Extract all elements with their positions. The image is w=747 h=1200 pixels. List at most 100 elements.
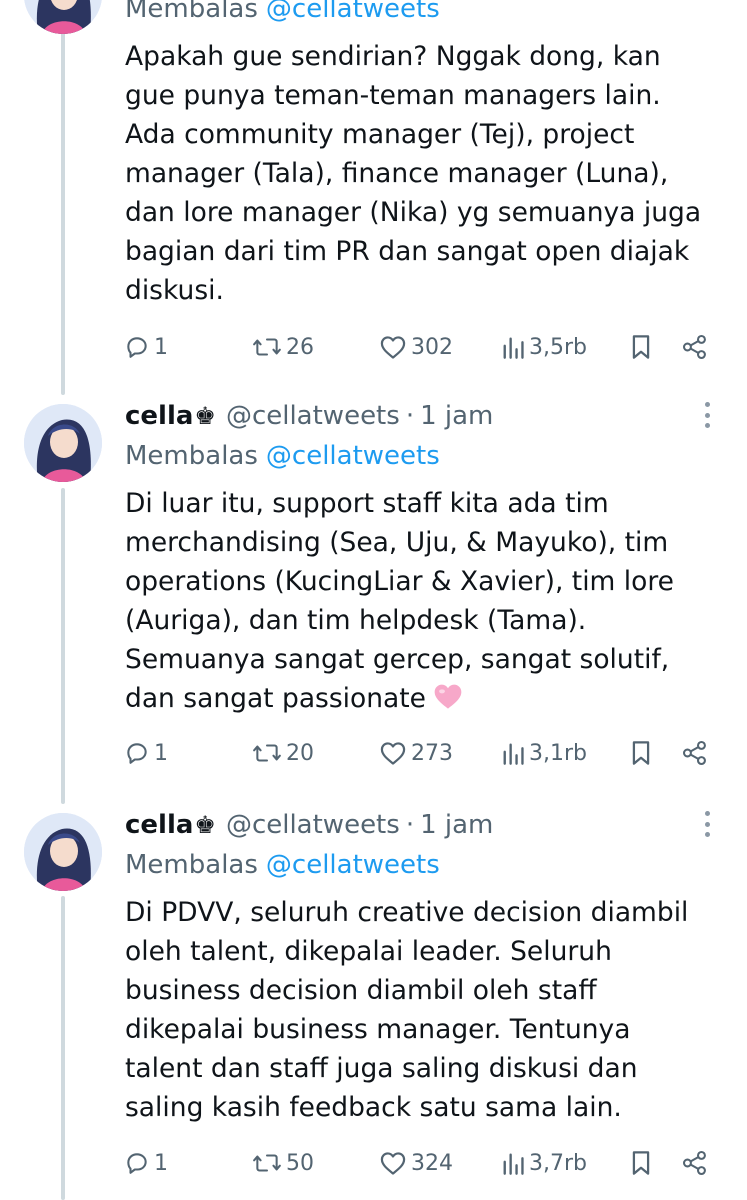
repost-count: 20 [286,740,314,766]
reply-icon [127,337,147,358]
views-count: 3,7rb [529,1150,587,1176]
reply-mention-link[interactable]: @cellatweets [266,441,440,471]
tweet[interactable]: cella ♚ @cellatweets · 1 jam Membalas @cel… [0,807,747,1200]
tweet-text: Di PDVV, seluruh creative decision diamb… [125,893,725,1127]
bookmark-button[interactable] [630,327,652,367]
reply-count: 1 [154,334,168,360]
more-button[interactable] [697,400,717,430]
tweet-header: cella ♚ @cellatweets · 1 jam [125,807,493,843]
avatar[interactable] [24,0,102,34]
pink-heart-icon [434,684,462,709]
tweet-text-line: Ada community manager (Tej), project [125,119,635,150]
tweet-text-line-text: dan sangat passionate [125,683,426,714]
more-icon [704,402,710,407]
tweet-text-line: Semuanya sangat gercep, sangat solutif, [125,644,670,675]
views-button[interactable]: 3,5rb [501,327,587,367]
reply-context: Membalas @cellatweets [125,850,440,880]
share-button[interactable] [681,733,709,773]
tweet-text-line: Di luar itu, support staff kita ada tim [125,488,609,519]
tweet-text-line: merchandising (Sea, Uju, & Mayuko), tim [125,527,669,558]
share-button[interactable] [681,327,709,367]
heart-icon [380,336,406,359]
tweet-text-line: oleh talent, dikepalai leader. Seluruh [125,936,612,967]
views-icon [503,743,524,765]
tweet-text-line: (Auriga), dan tim helpdesk (Tama). [125,605,587,636]
heart-icon [380,742,406,765]
views-count: 3,1rb [529,740,587,766]
tweet-actions: 1 26 302 3,5rb [0,327,747,367]
tweet-text-line: manager (Tala), finance manager (Luna), [125,158,669,189]
reply-button[interactable]: 1 [124,1143,168,1183]
heart-icon [380,1152,406,1175]
views-button[interactable]: 3,1rb [501,733,587,773]
reply-mention-link[interactable]: @cellatweets [266,0,440,24]
repost-icon [253,744,281,762]
chess-king-icon: ♚ [194,811,216,839]
more-icon [704,811,710,816]
tweet-actions: 1 50 324 3,7rb [0,1143,747,1183]
reply-count: 1 [154,740,168,766]
reply-context: Membalas @cellatweets [125,441,440,471]
reply-prefix: Membalas [125,850,258,880]
reply-icon [127,1153,147,1174]
user-handle[interactable]: @cellatweets [226,810,400,840]
like-count: 273 [411,740,453,766]
timestamp[interactable]: 1 jam [420,401,493,431]
tweet[interactable]: Membalas @cellatweets Apakah gue sendiria… [0,0,747,370]
tweet-text-line: dikepalai business manager. Tentunya [125,1014,631,1045]
repost-count: 50 [286,1150,314,1176]
tweet-header: cella ♚ @cellatweets · 1 jam [125,398,493,434]
share-icon [682,1150,706,1176]
timestamp[interactable]: 1 jam [420,810,493,840]
avatar[interactable] [24,404,102,482]
user-handle[interactable]: @cellatweets [226,401,400,431]
tweet-text: Apakah gue sendirian? Nggak dong, kan gu… [125,37,725,310]
bookmark-icon [632,741,650,765]
bookmark-icon [632,335,650,359]
reply-count: 1 [154,1150,168,1176]
tweet-text-line: Apakah gue sendirian? Nggak dong, kan [125,41,661,72]
reply-prefix: Membalas [125,0,258,24]
reply-mention-link[interactable]: @cellatweets [266,850,440,880]
views-button[interactable]: 3,7rb [501,1143,587,1183]
more-button[interactable] [697,809,717,839]
repost-button[interactable]: 20 [252,733,314,773]
display-name[interactable]: cella [125,401,193,431]
tweet-text-line: dan lore manager (Nika) yg semuanya juga [125,197,702,228]
repost-icon [253,338,281,356]
separator: · [405,810,415,840]
bookmark-button[interactable] [630,733,652,773]
like-button[interactable]: 324 [379,1143,453,1183]
repost-icon [253,1154,281,1172]
like-count: 324 [411,1150,453,1176]
tweet-actions: 1 20 273 3,1rb [0,733,747,773]
display-name[interactable]: cella [125,810,193,840]
like-button[interactable]: 273 [379,733,453,773]
share-button[interactable] [681,1143,709,1183]
tweet-text-line: dan sangat passionate [125,679,725,718]
reply-button[interactable]: 1 [124,733,168,773]
reply-context: Membalas @cellatweets [125,0,440,24]
repost-count: 26 [286,334,314,360]
repost-button[interactable]: 26 [252,327,314,367]
like-button[interactable]: 302 [379,327,453,367]
views-count: 3,5rb [529,334,587,360]
tweet-text-line: operations (KucingLiar & Xavier), tim lo… [125,566,674,597]
tweet[interactable]: cella ♚ @cellatweets · 1 jam Membalas @cel… [0,398,747,798]
tweet-text-line: bagian dari tim PR dan sangat open diaja… [125,236,690,267]
views-icon [503,337,524,359]
bookmark-button[interactable] [630,1143,652,1183]
like-count: 302 [411,334,453,360]
separator: · [405,401,415,431]
share-icon [682,334,706,360]
repost-button[interactable]: 50 [252,1143,314,1183]
share-icon [682,740,706,766]
tweet-text-line: business decision diambil oleh staff [125,975,597,1006]
tweet-text-line: gue punya teman-teman managers lain. [125,80,661,111]
reply-button[interactable]: 1 [124,327,168,367]
reply-icon [127,743,147,764]
reply-prefix: Membalas [125,441,258,471]
tweet-text: Di luar itu, support staff kita ada tim … [125,484,725,718]
avatar[interactable] [24,813,102,891]
tweet-text-line: talent dan staff juga saling diskusi dan [125,1053,638,1084]
